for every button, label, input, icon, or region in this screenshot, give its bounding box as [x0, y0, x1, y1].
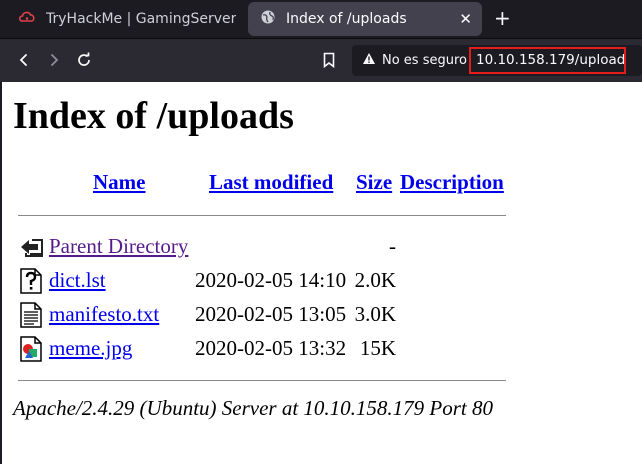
tab-strip: TryHackMe | GamingServer Index of /uploa…: [0, 0, 642, 38]
back-folder-icon: [18, 234, 44, 260]
column-header-description: Description: [400, 170, 504, 195]
sort-by-last-modified-link[interactable]: Last modified: [209, 170, 333, 194]
warning-icon: [362, 52, 376, 69]
file-size: 15K: [359, 336, 396, 360]
bookmark-icon[interactable]: [318, 49, 340, 71]
table-row: meme.jpg 2020-02-05 13:32 15K: [14, 334, 504, 364]
file-link[interactable]: dict.lst: [49, 268, 106, 293]
not-secure-label: No es seguro: [382, 53, 467, 68]
new-tab-icon[interactable]: +: [494, 7, 511, 29]
column-header-last-modified: Last modified: [209, 170, 333, 195]
footer-divider: [18, 380, 506, 381]
tab-tryhackme[interactable]: TryHackMe | GamingServer: [8, 2, 240, 36]
url-text[interactable]: 10.10.158.179/uploads/: [469, 47, 626, 74]
column-header-name: Name: [93, 170, 145, 195]
tab-index-uploads[interactable]: Index of /uploads ✕: [248, 2, 482, 36]
server-signature: Apache/2.4.29 (Ubuntu) Server at 10.10.1…: [13, 396, 494, 420]
sort-by-size-link[interactable]: Size: [356, 170, 392, 194]
back-icon[interactable]: [13, 49, 35, 71]
image-file-icon: [18, 336, 44, 362]
header-divider: [18, 215, 506, 216]
unknown-file-icon: [18, 268, 44, 294]
file-size: 2.0K: [354, 268, 396, 292]
close-tab-icon[interactable]: ✕: [459, 10, 472, 28]
site-security-indicator[interactable]: No es seguro: [362, 52, 467, 69]
forward-icon[interactable]: [43, 49, 65, 71]
tab-title: TryHackMe | GamingServer: [46, 11, 237, 27]
column-header-size: Size: [356, 170, 392, 195]
browser-chrome: TryHackMe | GamingServer Index of /uploa…: [0, 0, 642, 82]
address-bar[interactable]: No es seguro 10.10.158.179/uploads/: [352, 45, 642, 76]
file-size: 3.0K: [354, 302, 396, 326]
table-row: manifesto.txt 2020-02-05 13:05 3.0K: [14, 300, 504, 330]
navigation-toolbar: No es seguro 10.10.158.179/uploads/: [0, 38, 642, 82]
file-size: -: [389, 234, 396, 258]
table-row: Parent Directory -: [14, 232, 504, 262]
last-modified: 2020-02-05 13:32: [195, 336, 347, 360]
reload-icon[interactable]: [73, 49, 95, 71]
table-row: dict.lst 2020-02-05 14:10 2.0K: [14, 266, 504, 296]
parent-directory-link[interactable]: Parent Directory: [49, 234, 188, 259]
globe-icon: [260, 9, 276, 29]
page-content: Index of /uploads Name Last modified Siz…: [0, 82, 642, 464]
tab-title: Index of /uploads: [286, 11, 407, 27]
page-title: Index of /uploads: [13, 95, 294, 137]
file-link[interactable]: manifesto.txt: [49, 302, 159, 327]
last-modified: 2020-02-05 13:05: [195, 302, 347, 326]
tryhackme-favicon: [18, 9, 36, 29]
sort-by-name-link[interactable]: Name: [93, 170, 145, 194]
text-file-icon: [18, 302, 44, 328]
sort-by-description-link[interactable]: Description: [400, 170, 504, 194]
last-modified: 2020-02-05 14:10: [195, 268, 347, 292]
file-link[interactable]: meme.jpg: [49, 336, 132, 361]
